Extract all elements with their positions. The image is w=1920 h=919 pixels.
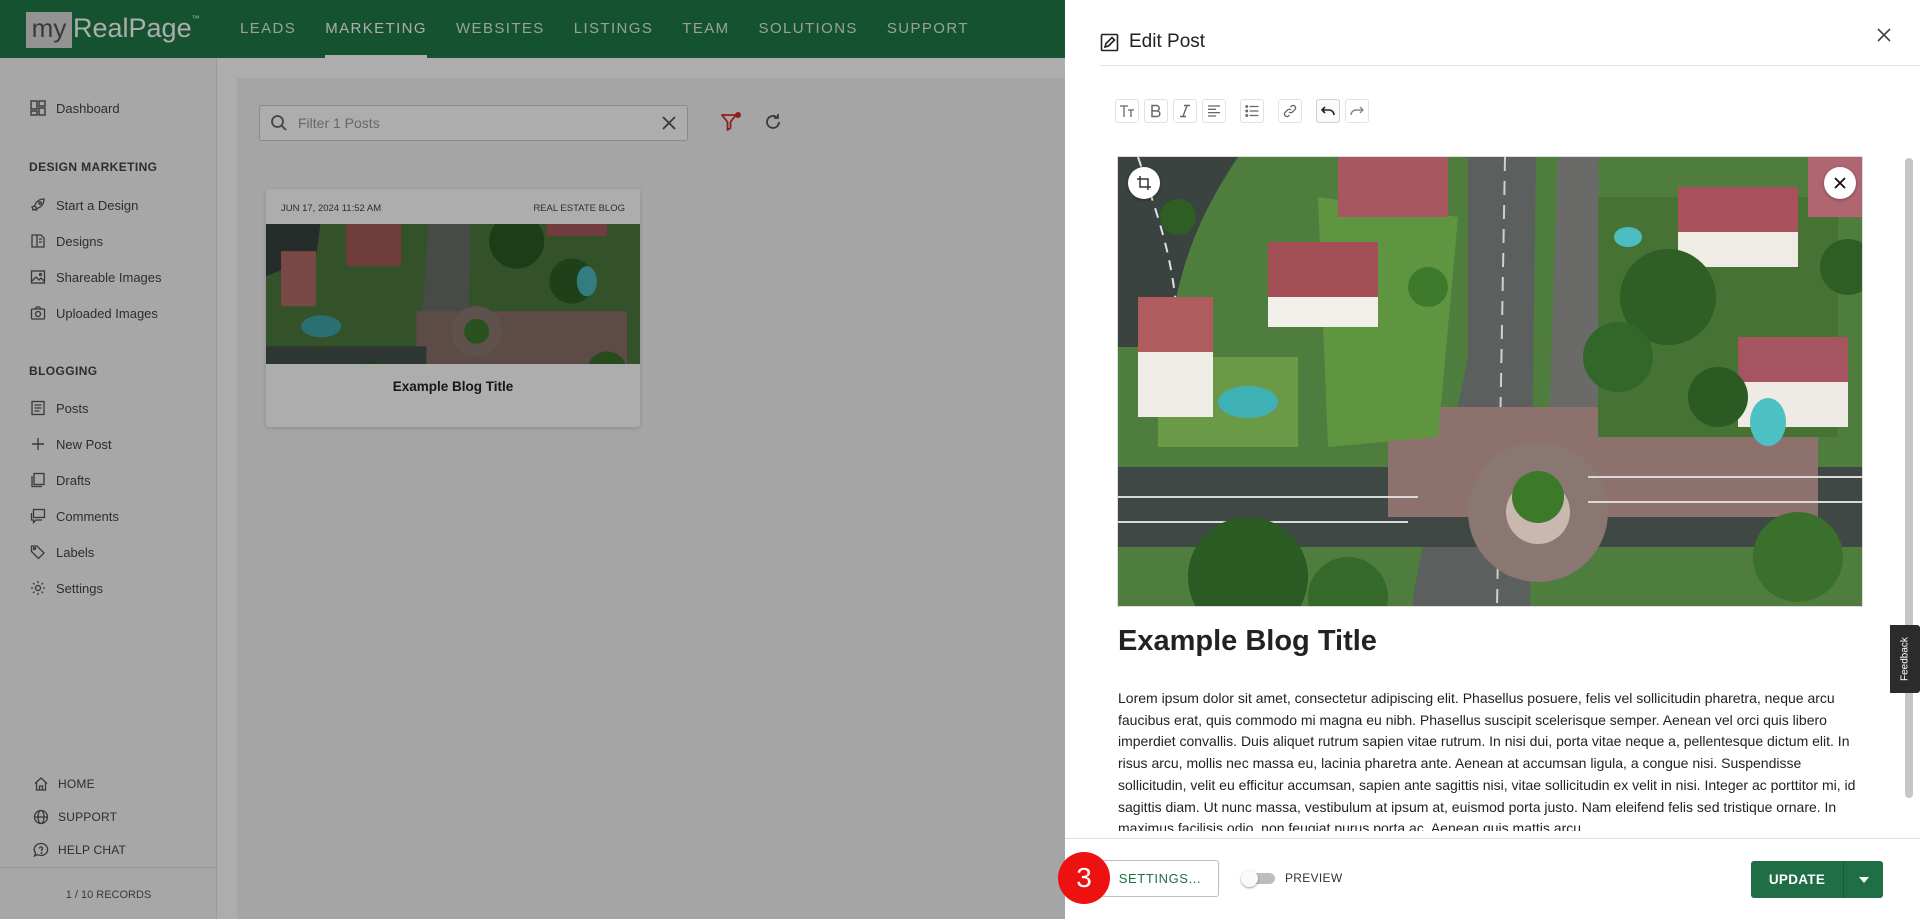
- feedback-tab[interactable]: Feedback: [1890, 625, 1920, 693]
- featured-image[interactable]: [1117, 156, 1863, 607]
- post-body[interactable]: Lorem ipsum dolor sit amet, consectetur …: [1118, 688, 1863, 831]
- bold-icon[interactable]: [1144, 99, 1168, 123]
- update-button-group: UPDATE: [1751, 861, 1883, 898]
- undo-icon[interactable]: [1316, 99, 1340, 123]
- post-title[interactable]: Example Blog Title: [1118, 625, 1377, 658]
- update-button[interactable]: UPDATE: [1751, 861, 1843, 898]
- crop-icon[interactable]: [1128, 167, 1160, 199]
- drawer-title: Edit Post: [1129, 31, 1206, 52]
- remove-image-icon[interactable]: [1824, 167, 1856, 199]
- editor-scrollbar[interactable]: [1903, 140, 1915, 830]
- text-size-icon[interactable]: [1115, 99, 1139, 123]
- toggle-knob: [1241, 870, 1258, 887]
- update-dropdown-button[interactable]: [1844, 861, 1883, 898]
- step-badge: 3: [1058, 852, 1110, 904]
- italic-icon[interactable]: [1173, 99, 1197, 123]
- close-icon[interactable]: [1875, 26, 1893, 44]
- list-icon[interactable]: [1240, 99, 1264, 123]
- drawer-header-rule: [1100, 65, 1920, 66]
- footer-rule: [1065, 838, 1920, 839]
- scrollbar-thumb[interactable]: [1905, 158, 1913, 798]
- edit-icon: [1100, 33, 1119, 51]
- preview-toggle[interactable]: [1241, 870, 1275, 887]
- settings-button[interactable]: SETTINGS...: [1101, 860, 1219, 897]
- chevron-down-icon: [1858, 876, 1869, 883]
- link-icon[interactable]: [1278, 99, 1302, 123]
- preview-label: PREVIEW: [1285, 871, 1343, 885]
- align-left-icon[interactable]: [1202, 99, 1226, 123]
- redo-icon[interactable]: [1345, 99, 1369, 123]
- modal-backdrop[interactable]: [0, 0, 1065, 919]
- edit-post-drawer: Edit Post Example Blog Title Lorem ipsum…: [1065, 0, 1920, 919]
- editor-toolbar: [1115, 98, 1374, 124]
- drawer-header: Edit Post: [1100, 31, 1205, 53]
